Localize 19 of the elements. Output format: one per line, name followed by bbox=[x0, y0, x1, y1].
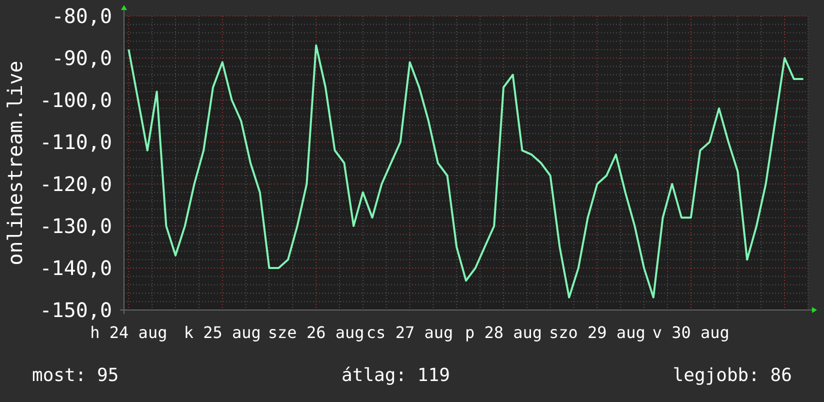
x-tick-label: cs 27 aug bbox=[366, 323, 454, 342]
legend-stat: most: 95 bbox=[32, 364, 119, 388]
y-tick-label: -100,0 bbox=[40, 88, 112, 112]
y-tick-label: -150,0 bbox=[40, 298, 112, 322]
legend-stat: átlag: 119 bbox=[342, 364, 450, 388]
x-tick-label: h 24 aug bbox=[90, 323, 168, 342]
y-tick-label: -90,0 bbox=[52, 46, 112, 70]
y-tick-label: -110,0 bbox=[40, 130, 112, 154]
y-tick-label: -80,0 bbox=[52, 4, 112, 28]
x-tick-label: v 30 aug bbox=[652, 323, 730, 342]
legend-stat: legjobb: 86 bbox=[672, 364, 792, 388]
y-axis-title: onlinestream.live bbox=[3, 60, 27, 266]
y-tick-label: -120,0 bbox=[40, 172, 112, 196]
y-tick-label: -130,0 bbox=[40, 214, 112, 238]
x-tick-label: k 25 aug bbox=[184, 323, 261, 342]
x-tick-label: sze 26 aug bbox=[268, 323, 364, 342]
x-tick-label: p 28 aug bbox=[464, 323, 542, 342]
y-tick-label: -140,0 bbox=[40, 256, 112, 280]
x-tick-label: szo 29 aug bbox=[549, 323, 646, 342]
